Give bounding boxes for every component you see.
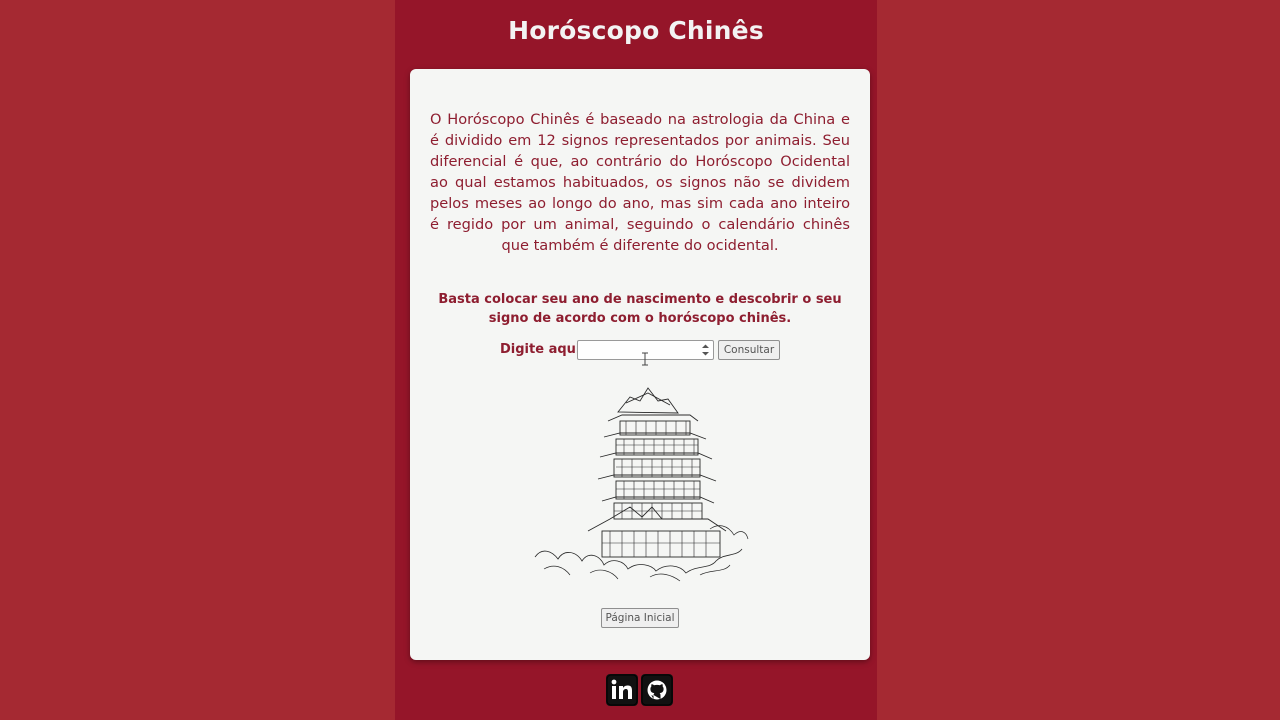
spin-arrows-icon[interactable] xyxy=(701,343,710,357)
home-button[interactable]: Página Inicial xyxy=(601,608,679,628)
text-cursor-icon xyxy=(642,352,648,366)
pagoda-illustration xyxy=(534,387,749,582)
year-input-label: Digite aqui: xyxy=(500,342,586,357)
page-container: Horóscopo Chinês O Horóscopo Chinês é ba… xyxy=(395,0,877,720)
linkedin-icon[interactable] xyxy=(606,674,638,706)
content-card: O Horóscopo Chinês é baseado na astrolog… xyxy=(410,69,870,660)
call-to-action-text: Basta colocar seu ano de nascimento e de… xyxy=(438,292,842,326)
intro-text: O Horóscopo Chinês é baseado na astrolog… xyxy=(430,111,850,254)
consult-button[interactable]: Consultar xyxy=(718,340,780,360)
year-form: Digite aqui: Consultar xyxy=(410,339,870,366)
github-icon[interactable] xyxy=(641,674,673,706)
page-title: Horóscopo Chinês xyxy=(508,16,764,45)
